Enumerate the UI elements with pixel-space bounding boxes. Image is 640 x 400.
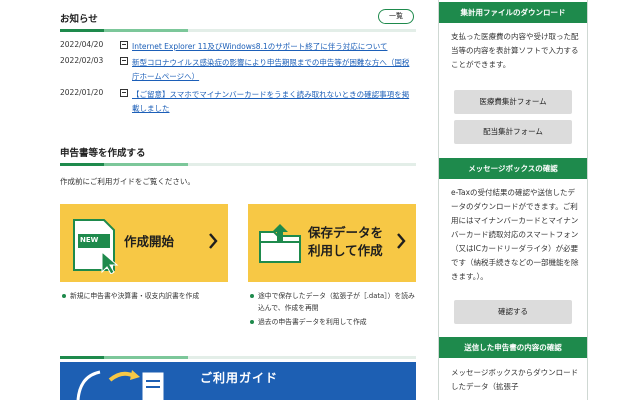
create-intro: 作成前にご利用ガイドをご覧ください。 bbox=[60, 177, 195, 186]
news-section-header: お知らせ 一覧 bbox=[60, 6, 416, 32]
dividend-form-button[interactable]: 配当集計フォーム bbox=[454, 120, 572, 144]
news-date: 2022/04/20 bbox=[60, 40, 104, 49]
sent-return-description: メッセージボックスからダウンロードしたデータ（拡張子 bbox=[451, 368, 579, 391]
user-guide-banner[interactable]: ご利用ガイド bbox=[60, 362, 416, 400]
medical-expense-form-button[interactable]: 医療費集計フォーム bbox=[454, 90, 572, 114]
news-link[interactable]: Internet Explorer 11及びWindows8.1のサポート終了に… bbox=[132, 40, 412, 54]
news-title: お知らせ bbox=[60, 14, 98, 25]
document-icon bbox=[120, 41, 128, 49]
start-new-label: 作成開始 bbox=[124, 234, 175, 249]
guide-illustration-icon bbox=[76, 370, 165, 400]
new-badge: NEW bbox=[80, 236, 99, 244]
saved-card-notes: 途中で保存したデータ（拡張子が［.data］）を読み込んで、作成を再開 過去の申… bbox=[250, 290, 420, 330]
section-divider bbox=[60, 163, 416, 166]
news-link[interactable]: 新型コロナウイルス感染症の影響により申告期限までの申告等が困難な方へ（国税庁ホー… bbox=[132, 56, 412, 84]
note-item: 途中で保存したデータ（拡張子が［.data］）を読み込んで、作成を再開 bbox=[250, 290, 420, 314]
note-item: 新規に申告書や決算書・収支内訳書を作成 bbox=[62, 290, 232, 302]
download-header: 集計用ファイルのダウンロード bbox=[439, 2, 587, 23]
news-link[interactable]: 【ご留意】スマホでマイナンバーカードをうまく読み取れないときの確認事項を掲載しま… bbox=[132, 88, 412, 116]
start-new-card[interactable]: NEW 作成開始 bbox=[60, 204, 228, 282]
messagebox-confirm-button[interactable]: 確認する bbox=[454, 300, 572, 324]
use-saved-data-card[interactable]: 保存データを 利用して作成 bbox=[248, 204, 416, 282]
new-card-notes: 新規に申告書や決算書・収支内訳書を作成 bbox=[62, 290, 232, 304]
document-icon bbox=[120, 57, 128, 65]
news-list-button[interactable]: 一覧 bbox=[378, 9, 414, 24]
sent-return-header: 送信した申告書の内容の確認 bbox=[439, 337, 587, 358]
create-section-header: 申告書等を作成する bbox=[60, 140, 416, 166]
messagebox-header: メッセージボックスの確認 bbox=[439, 158, 587, 179]
chevron-right-icon bbox=[397, 233, 406, 249]
use-saved-label-line1: 保存データを bbox=[308, 225, 384, 240]
guide-title: ご利用ガイド bbox=[200, 371, 279, 385]
chevron-right-icon bbox=[209, 233, 218, 249]
main-content: お知らせ 一覧 2022/04/20 Internet Explorer 11及… bbox=[60, 0, 416, 400]
document-icon bbox=[120, 89, 128, 97]
section-divider bbox=[60, 356, 416, 359]
messagebox-description: e-Taxの受付結果の確認や送信したデータのダウンロードができます。ご利用にはマ… bbox=[451, 188, 579, 281]
download-description: 支払った医療費の内容や受け取った配当等の内容を表計算ソフトで入力することができま… bbox=[451, 32, 579, 69]
note-item: 過去の申告書データを利用して作成 bbox=[250, 316, 420, 328]
sidebar: 集計用ファイルのダウンロード 支払った医療費の内容や受け取った配当等の内容を表計… bbox=[438, 0, 588, 400]
new-document-icon bbox=[73, 219, 119, 274]
news-date: 2022/01/20 bbox=[60, 88, 104, 97]
folder-upload-icon bbox=[259, 224, 301, 263]
use-saved-label-line2: 利用して作成 bbox=[308, 243, 383, 258]
create-title: 申告書等を作成する bbox=[60, 148, 146, 159]
section-divider bbox=[60, 29, 416, 32]
news-date: 2022/02/03 bbox=[60, 56, 104, 65]
